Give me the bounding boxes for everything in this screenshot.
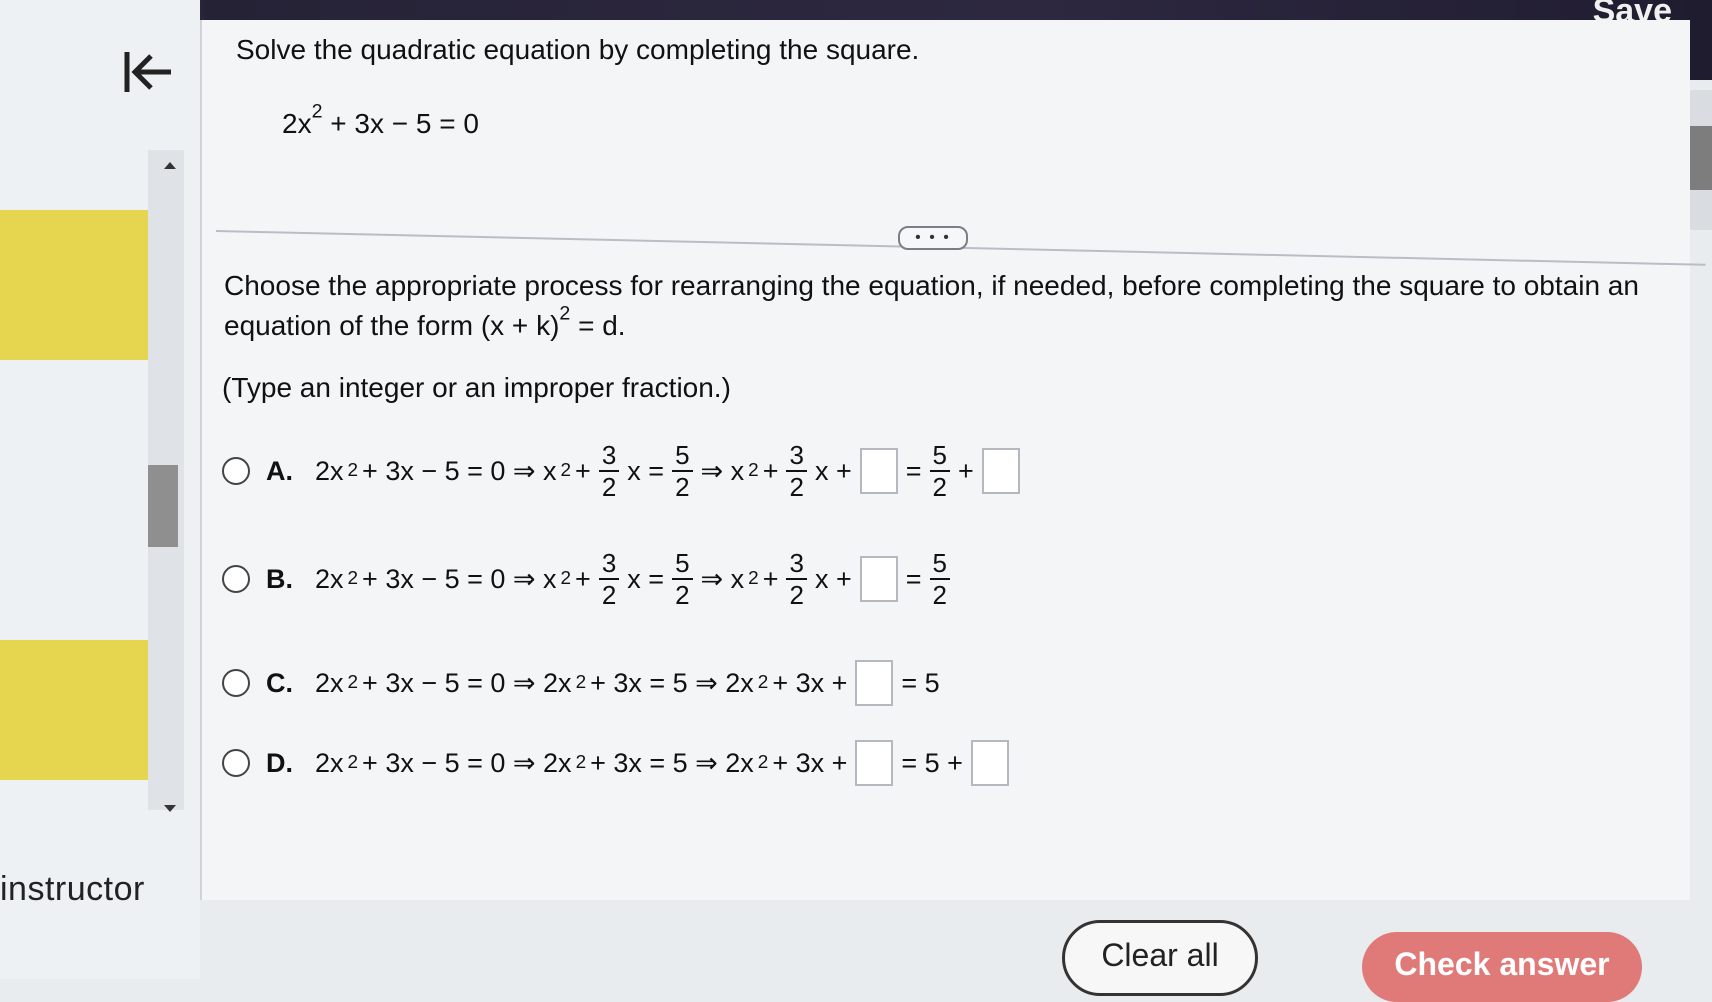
- instructor-label: instructor: [0, 870, 145, 908]
- right-scrollbar[interactable]: [1690, 90, 1712, 230]
- answer-hint: (Type an integer or an improper fraction…: [222, 372, 731, 403]
- option-math: 2x 2 + 3x − 5 = 0 ⇒ 2x 2 + 3x = 5 ⇒ 2x 2 + …: [315, 740, 1013, 786]
- radio-button[interactable]: [222, 565, 250, 593]
- fraction: 52: [672, 440, 693, 502]
- option-letter: A.: [266, 455, 293, 486]
- answer-box[interactable]: [859, 448, 898, 494]
- fraction: 52: [672, 548, 693, 610]
- scroll-thumb[interactable]: [148, 465, 178, 547]
- fraction: 32: [598, 440, 620, 502]
- option-a[interactable]: A. 2x 2 + 3x − 5 = 0 ⇒ x2 + 32 x = 52 ⇒ x…: [222, 440, 1024, 502]
- option-d[interactable]: D. 2x 2 + 3x − 5 = 0 ⇒ 2x 2 + 3x = 5 ⇒ 2x 2…: [222, 740, 1013, 786]
- highlight-band: [0, 210, 158, 360]
- fraction: 32: [786, 440, 807, 502]
- option-letter: B.: [266, 563, 293, 594]
- fraction: 32: [598, 548, 620, 610]
- option-letter: C.: [266, 667, 293, 698]
- fraction: 32: [786, 548, 807, 610]
- answer-box[interactable]: [859, 556, 898, 602]
- answer-box[interactable]: [855, 740, 894, 786]
- question-prompt: Solve the quadratic equation by completi…: [236, 34, 920, 65]
- target-form: (x + k)2 = d.: [480, 302, 626, 341]
- option-math: 2x 2 + 3x − 5 = 0 ⇒ 2x 2 + 3x = 5 ⇒ 2x 2 + …: [315, 660, 940, 706]
- option-c[interactable]: C. 2x 2 + 3x − 5 = 0 ⇒ 2x 2 + 3x = 5 ⇒ 2x 2…: [222, 660, 940, 706]
- highlight-band: [0, 640, 158, 780]
- radio-button[interactable]: [222, 669, 250, 697]
- radio-button[interactable]: [222, 749, 250, 777]
- radio-button[interactable]: [222, 457, 250, 485]
- given-equation: 2x2 + 3x − 5 = 0: [282, 100, 479, 139]
- clear-all-button[interactable]: Clear all: [1062, 920, 1258, 996]
- left-panel: instructor: [0, 0, 200, 979]
- option-letter: D.: [266, 747, 293, 778]
- scroll-down-icon[interactable]: [164, 805, 176, 812]
- scroll-thumb[interactable]: [1690, 126, 1712, 190]
- option-math: 2x 2 + 3x − 5 = 0 ⇒ x2 + 32 x = 52 ⇒ x2 +…: [315, 548, 954, 610]
- answer-box[interactable]: [981, 448, 1020, 494]
- expand-button[interactable]: • • •: [898, 226, 968, 250]
- answer-box[interactable]: [970, 740, 1009, 786]
- check-answer-button[interactable]: Check answer: [1362, 932, 1642, 1002]
- option-b[interactable]: B. 2x 2 + 3x − 5 = 0 ⇒ x2 + 32 x = 52 ⇒ x…: [222, 548, 954, 610]
- back-button[interactable]: [118, 44, 178, 104]
- left-scrollbar[interactable]: [148, 150, 184, 810]
- fraction: 52: [929, 548, 950, 610]
- fraction: 52: [929, 440, 950, 502]
- option-math: 2x 2 + 3x − 5 = 0 ⇒ x2 + 32 x = 52 ⇒ x2 +…: [315, 440, 1024, 502]
- back-to-start-icon: [121, 48, 175, 101]
- answer-box[interactable]: [855, 660, 894, 706]
- instruction-text: Choose the appropriate process for rearr…: [224, 270, 1639, 341]
- scroll-up-icon[interactable]: [164, 162, 176, 169]
